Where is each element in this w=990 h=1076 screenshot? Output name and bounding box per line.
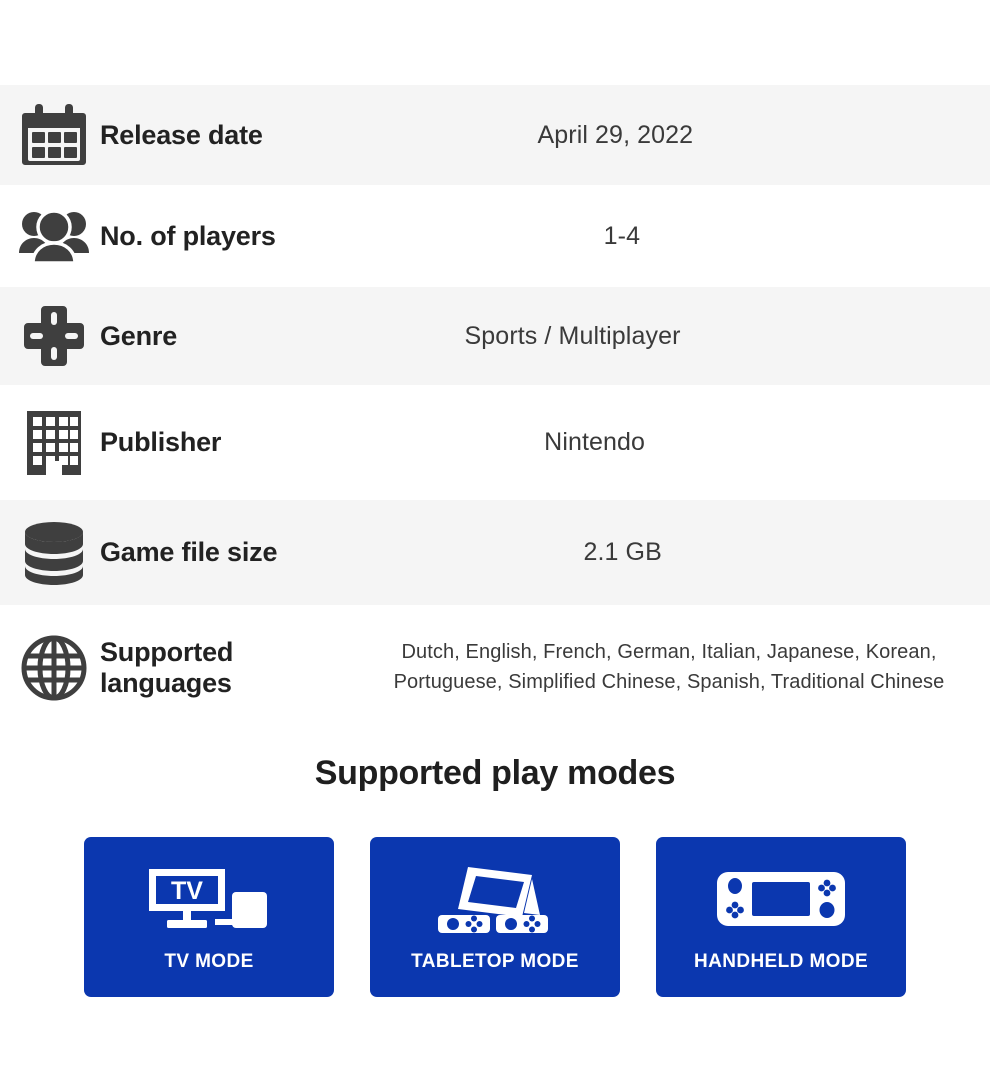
building-icon: [0, 409, 100, 477]
calendar-icon: [0, 103, 100, 167]
spec-label: No. of players: [100, 220, 276, 251]
players-icon: [0, 205, 100, 267]
supported-play-modes-section: Supported play modes TV TV MODE TABLETOP…: [0, 744, 990, 997]
dpad-icon: [0, 303, 100, 369]
spec-label: Supported languages: [100, 637, 234, 698]
tv-mode-icon: TV: [147, 861, 271, 937]
mode-label: TV MODE: [164, 951, 254, 972]
spec-value: 1-4: [603, 221, 641, 250]
game-spec-table: Release date April 29, 2022 No. of playe: [0, 85, 990, 730]
play-modes-title: Supported play modes: [314, 754, 676, 792]
spec-value: 2.1 GB: [583, 538, 662, 566]
mode-label: HANDHELD MODE: [693, 951, 869, 972]
spec-value: Sports / Multiplayer: [464, 321, 681, 350]
mode-card-tabletop[interactable]: TABLETOP MODE: [370, 837, 620, 997]
spec-value: Dutch, English, French, German, Italian,…: [393, 640, 945, 693]
table-row: No. of players 1-4: [0, 185, 990, 287]
mode-card-tv[interactable]: TV TV MODE: [84, 837, 334, 997]
database-icon: [0, 520, 100, 586]
tabletop-mode-icon: [436, 861, 554, 937]
svg-text:TV: TV: [171, 877, 203, 905]
game-details-page: Release date April 29, 2022 No. of playe: [0, 0, 990, 1076]
table-row: Game file size 2.1 GB: [0, 500, 990, 605]
table-row: Publisher Nintendo: [0, 385, 990, 500]
spec-label: Game file size: [100, 537, 278, 568]
globe-icon: [0, 634, 100, 702]
table-row: Release date April 29, 2022: [0, 85, 990, 185]
handheld-mode-icon: [716, 861, 846, 937]
mode-label: TABLETOP MODE: [411, 951, 579, 972]
spec-label: Publisher: [100, 427, 222, 458]
spec-value: April 29, 2022: [537, 120, 694, 149]
table-row: Supported languages Dutch, English, Fren…: [0, 605, 990, 730]
spec-label: Genre: [100, 320, 178, 351]
spec-value: Nintendo: [544, 428, 646, 456]
spec-label: Release date: [100, 119, 263, 150]
play-modes-list: TV TV MODE TABLETOP MODE HANDHELD MODE: [0, 837, 990, 997]
table-row: Genre Sports / Multiplayer: [0, 287, 990, 385]
mode-card-handheld[interactable]: HANDHELD MODE: [656, 837, 906, 997]
